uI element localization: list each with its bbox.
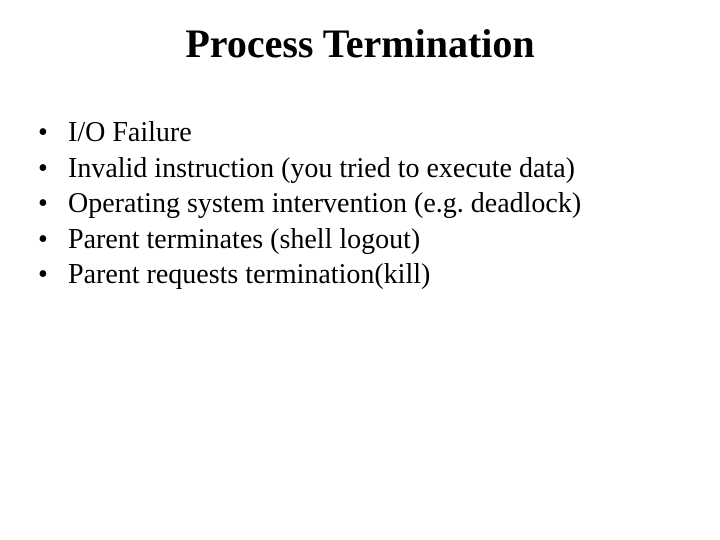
bullet-text: Operating system intervention (e.g. dead…	[68, 187, 690, 221]
bullet-text: I/O Failure	[68, 116, 690, 150]
bullet-text: Invalid instruction (you tried to execut…	[68, 152, 690, 186]
list-item: • Operating system intervention (e.g. de…	[38, 187, 690, 221]
list-item: • Invalid instruction (you tried to exec…	[38, 152, 690, 186]
bullet-icon: •	[38, 187, 68, 221]
bullet-icon: •	[38, 116, 68, 150]
bullet-icon: •	[38, 152, 68, 186]
slide-title: Process Termination	[0, 20, 720, 67]
list-item: • Parent terminates (shell logout)	[38, 223, 690, 257]
list-item: • I/O Failure	[38, 116, 690, 150]
bullet-list: • I/O Failure • Invalid instruction (you…	[38, 116, 690, 294]
bullet-icon: •	[38, 223, 68, 257]
slide: Process Termination • I/O Failure • Inva…	[0, 0, 720, 540]
bullet-text: Parent requests termination(kill)	[68, 258, 690, 292]
bullet-text: Parent terminates (shell logout)	[68, 223, 690, 257]
list-item: • Parent requests termination(kill)	[38, 258, 690, 292]
bullet-icon: •	[38, 258, 68, 292]
